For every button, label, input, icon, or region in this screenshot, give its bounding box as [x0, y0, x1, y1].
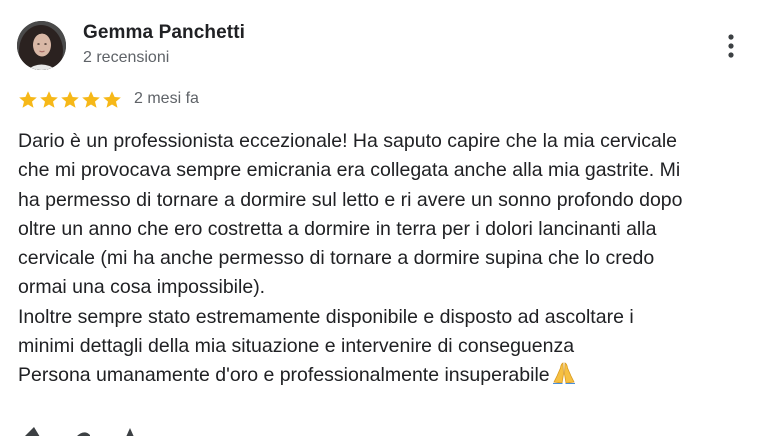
rating-row: 2 mesi fa — [18, 88, 199, 110]
author-name[interactable]: Gemma Panchetti — [83, 22, 245, 44]
avatar-image — [17, 21, 66, 70]
review-text-line: che mi provocava sempre emicrania era co… — [18, 159, 681, 182]
review-text-line: cervicale (mi ha anche permesso di torna… — [18, 247, 655, 270]
star-icon — [60, 90, 80, 109]
more-vertical-icon — [728, 34, 734, 58]
review-time: 2 mesi fa — [134, 90, 199, 107]
review-text-line: Persona umanamente d'oro e professionalm… — [18, 361, 748, 393]
review-card: Gemma Panchetti 2 recensioni 2 mesi fa D… — [0, 0, 768, 436]
star-icon — [39, 90, 59, 109]
review-text-line: ormai una cosa impossibile). — [18, 276, 266, 299]
like-icon[interactable] — [18, 425, 218, 436]
review-actions — [18, 424, 218, 436]
review-text: Dario è un professionista eccezionale! H… — [18, 127, 748, 394]
review-count: 2 recensioni — [83, 49, 170, 66]
star-rating — [18, 90, 122, 109]
review-text-line: oltre un anno che ero costretta a dormir… — [18, 217, 657, 240]
review-text-line: ha permesso di tornare a dormire sul let… — [18, 188, 683, 211]
review-text-line: Dario è un professionista eccezionale! H… — [18, 130, 678, 152]
review-text-line: minimi dettagli della mia situazione e i… — [18, 335, 575, 358]
avatar[interactable] — [17, 21, 66, 70]
star-icon — [102, 90, 122, 109]
more-options-button[interactable] — [718, 32, 744, 62]
folded-hands-icon — [552, 362, 576, 393]
review-text-line: Inoltre sempre stato estremamente dispon… — [18, 305, 634, 328]
star-icon — [18, 90, 38, 109]
star-icon — [81, 90, 101, 109]
